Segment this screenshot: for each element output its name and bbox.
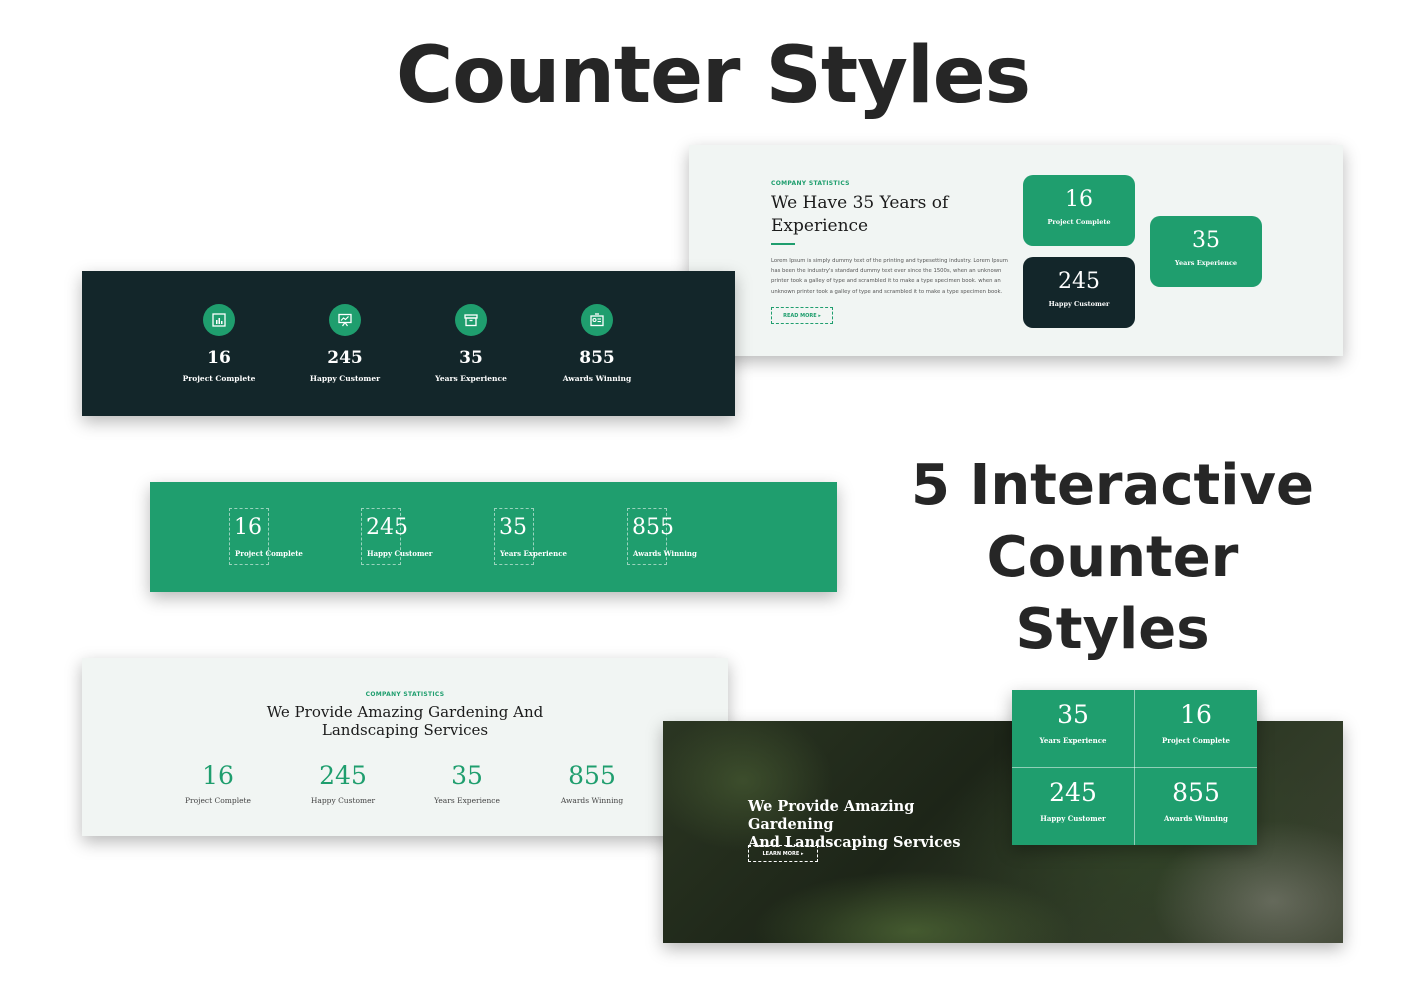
section-heading: We Provide Amazing Gardening And Landsca… bbox=[82, 703, 728, 739]
counter-grid: 35 Years Experience 16 Project Complete … bbox=[1012, 690, 1257, 845]
grid-cell: 35 Years Experience bbox=[1012, 690, 1134, 767]
counter-item: 16 Project Complete bbox=[156, 304, 282, 383]
counter-value: 35 bbox=[1057, 700, 1089, 729]
read-more-button[interactable]: READ MORE ▸ bbox=[771, 307, 833, 324]
stat-label: Happy Customer bbox=[1048, 300, 1110, 308]
counter-label: Awards Winning bbox=[560, 796, 624, 805]
counter-item: 855 Awards Winning bbox=[534, 304, 660, 383]
counter-value: 35 bbox=[459, 348, 483, 368]
grid-cell: 855 Awards Winning bbox=[1135, 768, 1257, 845]
counter-value: 855 bbox=[568, 761, 616, 790]
counter-value: 245 bbox=[319, 761, 367, 790]
counter-label: Happy Customer bbox=[367, 549, 433, 558]
heading-line1: We Provide Amazing Gardening bbox=[748, 798, 915, 833]
counter-style-dark: 16 Project Complete 245 Happy Customer 3… bbox=[82, 271, 735, 416]
counter-style-light: COMPANY STATISTICS We Provide Amazing Ga… bbox=[82, 658, 728, 836]
presentation-icon bbox=[329, 304, 361, 336]
counter-label: Awards Winning bbox=[633, 549, 697, 558]
body-text: Lorem Ipsum is simply dummy text of the … bbox=[771, 258, 1008, 295]
eyebrow-label: COMPANY STATISTICS bbox=[771, 180, 850, 187]
counter-label: Awards Winning bbox=[562, 374, 632, 383]
stat-card: 245 Happy Customer bbox=[1023, 257, 1135, 328]
stat-value: 35 bbox=[1192, 228, 1220, 253]
counter-value: 35 bbox=[451, 761, 483, 790]
counter-item: 35 Years Experience bbox=[408, 304, 534, 383]
stat-card: 35 Years Experience bbox=[1150, 216, 1262, 287]
grid-divider bbox=[1012, 767, 1257, 768]
section-heading: We Have 35 Years of Experience bbox=[771, 193, 949, 236]
eyebrow-label: COMPANY STATISTICS bbox=[365, 691, 445, 698]
counter-label: Project Complete bbox=[1162, 736, 1230, 745]
side-title: 5 Interactive Counter Styles bbox=[895, 450, 1330, 666]
counter-value: 16 bbox=[207, 348, 231, 368]
counter-value: 245 bbox=[366, 515, 408, 540]
counter-style-green: 16 Project Complete 245 Happy Customer 3… bbox=[150, 482, 837, 592]
side-title-line1: 5 Interactive bbox=[911, 453, 1314, 518]
learn-more-button[interactable]: LEARN MORE ▸ bbox=[748, 845, 818, 862]
grid-cell: 16 Project Complete bbox=[1135, 690, 1257, 767]
stat-value: 16 bbox=[1065, 187, 1093, 212]
counter-value: 35 bbox=[499, 515, 527, 540]
counter-value: 855 bbox=[579, 348, 615, 368]
counter-label: Happy Customer bbox=[1040, 814, 1106, 823]
counter-label: Project Complete bbox=[182, 374, 256, 383]
counter-label: Years Experience bbox=[1039, 736, 1107, 745]
counter-value: 16 bbox=[1180, 700, 1212, 729]
stat-card: 16 Project Complete bbox=[1023, 175, 1135, 246]
counter-label: Project Complete bbox=[235, 549, 303, 558]
counter-item: 35 Years Experience bbox=[405, 760, 529, 805]
stat-value: 245 bbox=[1058, 269, 1100, 294]
stat-label: Years Experience bbox=[1174, 259, 1238, 267]
section-heading: We Provide Amazing Gardening And Landsca… bbox=[748, 798, 998, 852]
counter-style-cards: COMPANY STATISTICS We Have 35 Years of E… bbox=[689, 145, 1343, 356]
counter-label: Awards Winning bbox=[1164, 814, 1228, 823]
certificate-icon bbox=[581, 304, 613, 336]
counter-label: Years Experience bbox=[434, 796, 500, 805]
page-title: Counter Styles bbox=[395, 31, 1031, 121]
counter-value: 855 bbox=[1172, 778, 1220, 807]
counter-value: 16 bbox=[234, 515, 262, 540]
counter-value: 245 bbox=[327, 348, 363, 368]
counter-item: 16 Project Complete bbox=[156, 760, 280, 805]
heading-line1: We Provide Amazing Gardening And bbox=[266, 703, 544, 721]
counter-value: 245 bbox=[1049, 778, 1097, 807]
counter-label: Years Experience bbox=[500, 549, 567, 558]
counter-label: Happy Customer bbox=[309, 374, 381, 383]
counter-item: 245 Happy Customer bbox=[282, 304, 408, 383]
counter-label: Years Experience bbox=[435, 374, 507, 383]
heading-line2: Landscaping Services bbox=[321, 721, 489, 739]
side-title-line2: Counter Styles bbox=[986, 525, 1239, 662]
counter-item: 855 Awards Winning bbox=[530, 760, 654, 805]
chart-icon bbox=[203, 304, 235, 336]
heading-underline bbox=[771, 243, 795, 245]
archive-icon bbox=[455, 304, 487, 336]
counter-value: 16 bbox=[202, 761, 234, 790]
stat-label: Project Complete bbox=[1047, 218, 1111, 226]
counter-label: Project Complete bbox=[185, 796, 251, 805]
grid-cell: 245 Happy Customer bbox=[1012, 768, 1134, 845]
counter-value: 855 bbox=[632, 515, 674, 540]
counter-item: 245 Happy Customer bbox=[281, 760, 405, 805]
counter-label: Happy Customer bbox=[310, 796, 376, 805]
